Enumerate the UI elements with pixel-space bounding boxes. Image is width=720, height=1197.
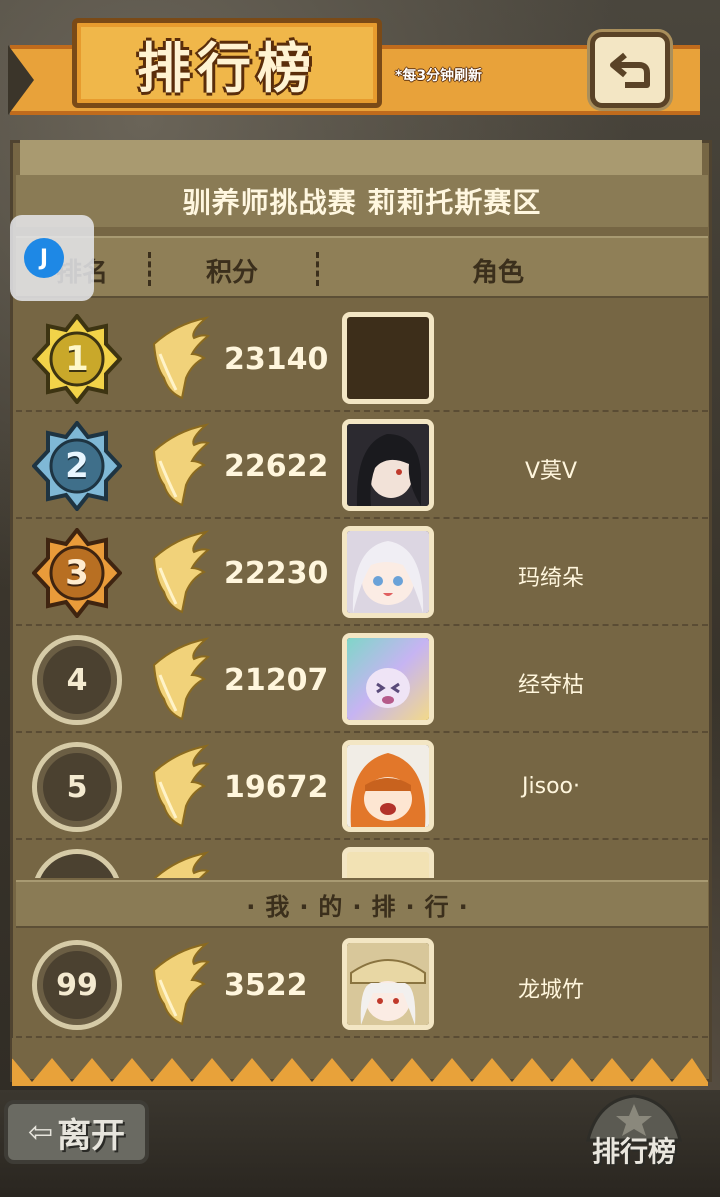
avatar[interactable] <box>342 847 434 878</box>
table-row[interactable] <box>16 841 708 878</box>
score-value: 23140 <box>224 342 329 377</box>
arrow-left-icon: ⇦ <box>27 1114 54 1150</box>
banner-tail <box>8 45 34 115</box>
rank-number: 2 <box>65 446 89 486</box>
score-value: 3522 <box>224 968 308 1003</box>
col-divider <box>148 252 151 286</box>
avatar[interactable] <box>342 633 434 725</box>
player-name: 玛绮朵 <box>517 566 584 591</box>
back-button[interactable] <box>590 32 670 108</box>
column-header: 排名 积分 角色 <box>16 236 708 298</box>
table-row[interactable]: 1 23140 <box>16 306 708 412</box>
col-divider <box>316 252 319 286</box>
panel-zigzag-trim <box>12 1038 708 1086</box>
rank-medal-plain: 4 <box>32 635 122 725</box>
rank-medal-gold: 1 <box>32 314 122 404</box>
table-row[interactable]: 4 21207 经夺枯 <box>16 627 708 733</box>
title-plate: 排行榜 <box>72 18 382 108</box>
player-name: V莫V <box>524 459 578 484</box>
score-value: 21207 <box>224 663 329 698</box>
table-row[interactable]: 2 22622 V莫V <box>16 413 708 519</box>
panel-paper-edge <box>20 140 702 175</box>
region-subtitle: 驯养师挑战赛 莉莉托斯赛区 <box>182 186 542 219</box>
score-value: 19672 <box>224 770 329 805</box>
player-name: 龙城竹 <box>517 978 584 1003</box>
avatar[interactable] <box>342 419 434 511</box>
avatar[interactable] <box>342 740 434 832</box>
avatar[interactable] <box>342 312 434 404</box>
rank-medal-silver: 2 <box>32 421 122 511</box>
leave-button[interactable]: ⇦ 离开 <box>4 1100 149 1164</box>
page-title: 排行榜 <box>137 36 317 100</box>
score-value: 22230 <box>224 556 329 591</box>
leaderboard-label: 排行榜 <box>591 1135 676 1168</box>
my-rank-label: ·我·的·排·行· <box>246 892 478 921</box>
wing-rank-icon <box>152 316 211 400</box>
score-value: 22622 <box>224 449 329 484</box>
rank-medal-bronze: 3 <box>32 528 122 618</box>
rank-medal-plain: 5 <box>32 742 122 832</box>
my-rank-row[interactable]: 99 3522 龙城竹 <box>16 932 708 1038</box>
rank-number: 5 <box>66 769 88 805</box>
rank-number: 3 <box>65 553 89 593</box>
wing-rank-icon <box>152 744 211 828</box>
ranking-list[interactable]: 1 23140 2 22622 V莫V 3 22230 玛绮朵 4 21207 … <box>16 306 708 878</box>
rank-number: 4 <box>66 662 88 698</box>
avatar[interactable] <box>342 938 434 1030</box>
wing-rank-icon <box>152 942 211 1026</box>
avatar-portrait-icon <box>347 424 429 506</box>
avatar[interactable] <box>342 526 434 618</box>
my-rank-divider: ·我·的·排·行· <box>16 880 708 928</box>
refresh-note: *每3分钟刷新 <box>395 68 483 84</box>
player-name: 经夺枯 <box>517 673 584 698</box>
avatar-portrait-icon <box>347 638 429 720</box>
leaderboard-button[interactable]: 排行榜 <box>568 1090 700 1180</box>
header: 排行榜 *每3分钟刷新 <box>0 0 720 135</box>
wing-rank-icon <box>152 637 211 721</box>
rank-medal-plain: 99 <box>32 940 122 1030</box>
avatar-portrait-icon <box>347 943 429 1025</box>
rank-medal-plain <box>32 849 122 878</box>
music-app-icon: J <box>24 238 64 278</box>
player-name: Jisoo· <box>522 774 580 799</box>
leave-label: 离开 <box>57 1115 126 1156</box>
col-role: 角色 <box>472 258 525 288</box>
subtitle-bar: 驯养师挑战赛 莉莉托斯赛区 <box>16 175 708 227</box>
col-score: 积分 <box>206 258 259 288</box>
table-row[interactable]: 5 19672 Jisoo· <box>16 734 708 840</box>
wing-rank-icon <box>152 423 211 507</box>
wing-rank-icon <box>153 851 211 878</box>
floating-app-overlay[interactable]: J <box>10 215 94 301</box>
rank-number: 1 <box>65 339 89 379</box>
back-arrow-icon <box>610 52 650 88</box>
table-row[interactable]: 3 22230 玛绮朵 <box>16 520 708 626</box>
avatar-portrait-icon <box>347 745 429 827</box>
rank-number: 99 <box>56 967 98 1003</box>
wing-rank-icon <box>152 530 211 614</box>
avatar-portrait-icon <box>347 531 429 613</box>
